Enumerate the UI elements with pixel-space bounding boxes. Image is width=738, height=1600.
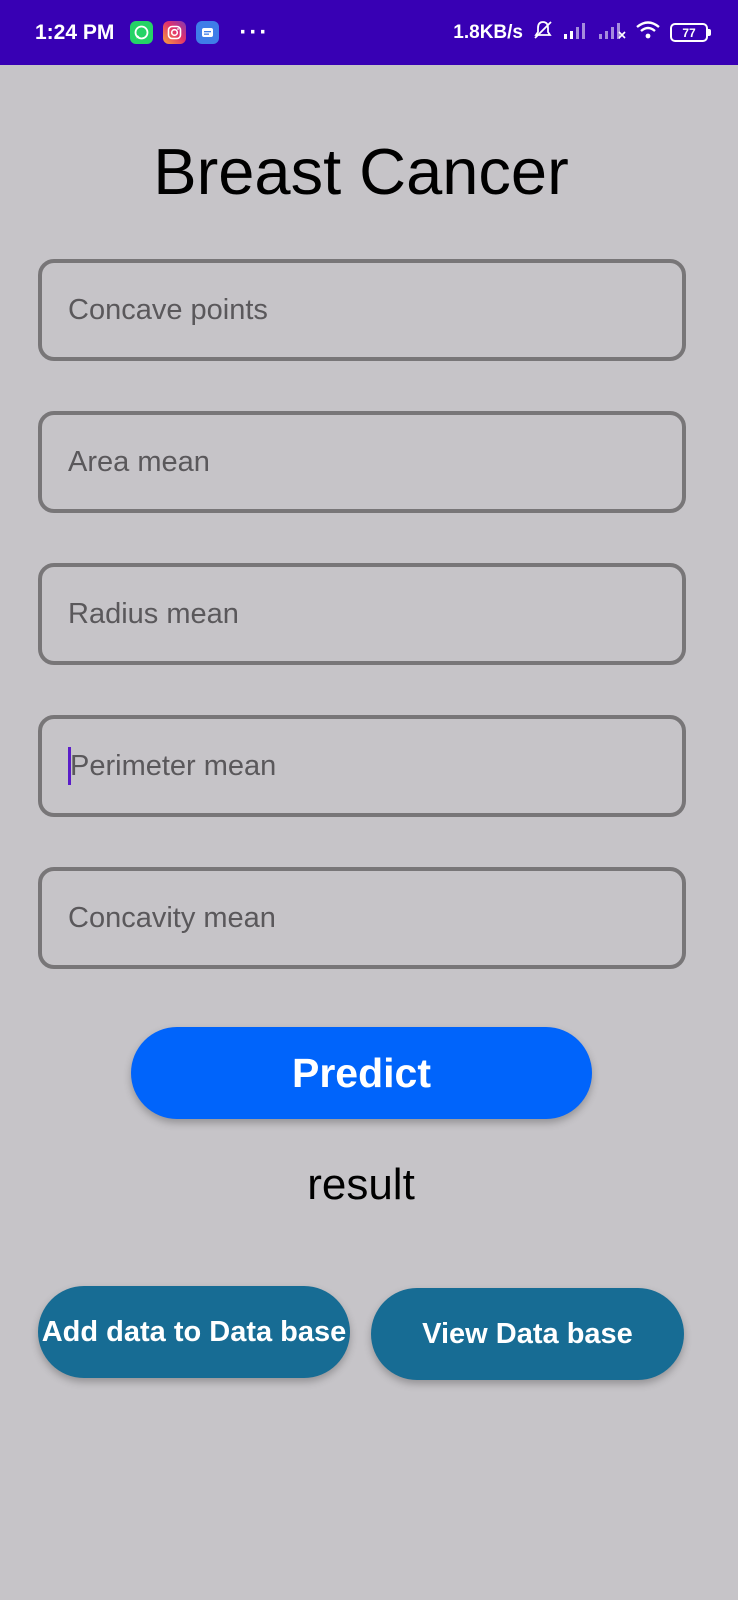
signal-x-icon (598, 20, 626, 45)
wifi-icon (635, 20, 661, 45)
area-mean-placeholder: Area mean (68, 445, 210, 478)
area-mean-field[interactable]: Area mean (38, 411, 686, 513)
radius-mean-field[interactable]: Radius mean (38, 563, 686, 665)
status-bar: 1:24 PM ··· 1.8KB/s 77 (0, 0, 738, 65)
perimeter-mean-placeholder: Perimeter mean (70, 749, 277, 782)
concave-points-placeholder: Concave points (68, 293, 268, 326)
signal-icon (563, 20, 589, 45)
add-to-database-button[interactable]: Add data to Data base (38, 1286, 350, 1378)
network-speed: 1.8KB/s (453, 21, 523, 43)
status-bar-left: 1:24 PM ··· (35, 18, 270, 46)
page-title: Breast Cancer (153, 135, 569, 208)
silent-bell-icon (532, 19, 554, 46)
predict-button[interactable]: Predict (131, 1027, 592, 1119)
status-time: 1:24 PM (35, 20, 115, 44)
battery-icon: 77 (670, 23, 711, 42)
concavity-mean-placeholder: Concavity mean (68, 901, 276, 934)
whatsapp-icon (130, 21, 154, 44)
messages-icon (196, 21, 220, 44)
result-text: result (307, 1160, 415, 1209)
instagram-icon (163, 21, 187, 44)
view-database-button[interactable]: View Data base (371, 1288, 684, 1380)
perimeter-mean-field[interactable]: Perimeter mean (38, 715, 686, 817)
concavity-mean-field[interactable]: Concavity mean (38, 867, 686, 969)
concave-points-field[interactable]: Concave points (38, 259, 686, 361)
radius-mean-placeholder: Radius mean (68, 597, 239, 630)
status-bar-right: 1.8KB/s 77 (453, 19, 711, 46)
more-notifications-icon: ··· (239, 18, 270, 46)
